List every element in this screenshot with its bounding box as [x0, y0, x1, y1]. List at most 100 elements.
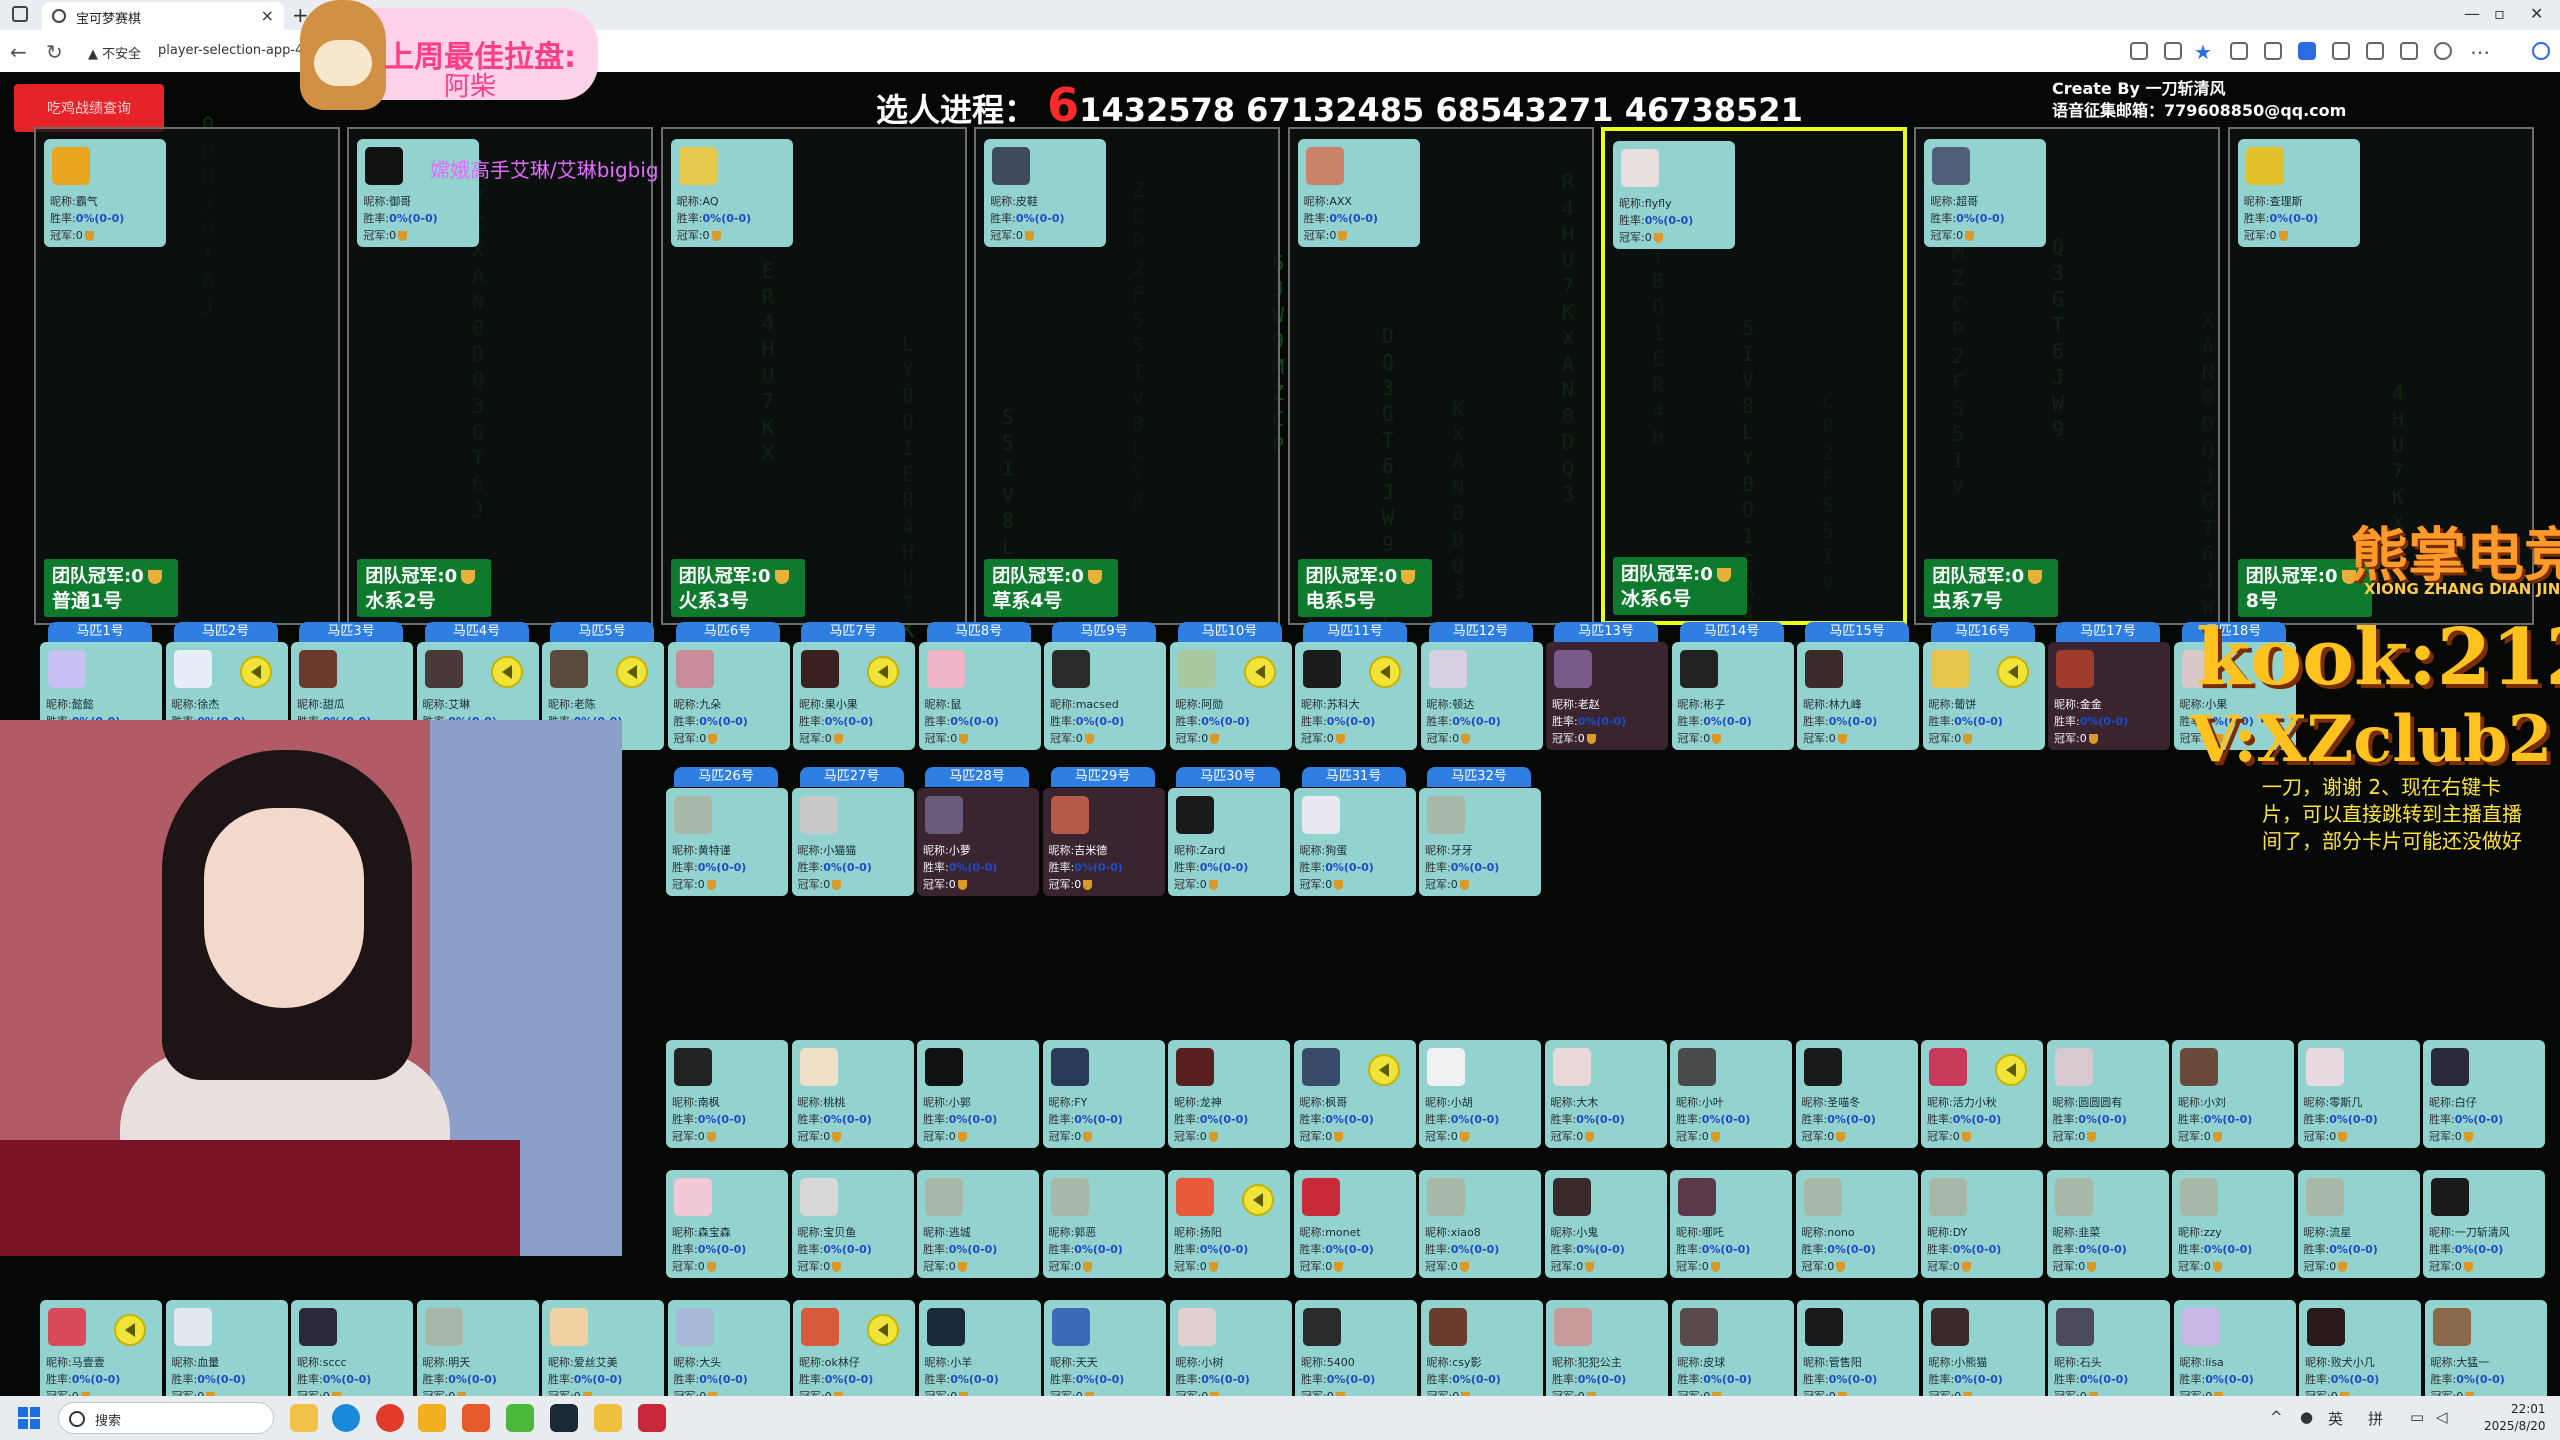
player-card[interactable]: 昵称:DY 胜率:0%(0-0) 冠军:0: [1921, 1170, 2043, 1278]
team-panel[interactable]: 昵称:霸气 胜率:0%(0-0) 冠军:0 团队冠军:0 普通1号: [34, 127, 340, 625]
team-panel[interactable]: 昵称:AQ 胜率:0%(0-0) 冠军:0 团队冠军:0 火系3号: [660, 127, 967, 625]
wechat-icon[interactable]: [506, 1404, 534, 1432]
player-card[interactable]: 昵称:森宝森 胜率:0%(0-0) 冠军:0: [666, 1170, 788, 1278]
player-card[interactable]: 昵称:彬子 胜率:0%(0-0) 冠军:0: [1671, 642, 1794, 750]
player-card[interactable]: 昵称:逃城 胜率:0%(0-0) 冠军:0: [917, 1170, 1039, 1278]
player-card[interactable]: 昵称:白仔 胜率:0%(0-0) 冠军:0: [2423, 1040, 2545, 1148]
speaker-icon[interactable]: [1996, 656, 2029, 688]
player-card[interactable]: 昵称:果小果 胜率:0%(0-0) 冠军:0: [793, 642, 915, 750]
player-card[interactable]: 昵称:大木 胜率:0%(0-0) 冠军:0: [1544, 1040, 1667, 1148]
player-card[interactable]: 昵称:犯犯公主胜率:0%(0-0)冠军:0: [1546, 1300, 1668, 1396]
player-card[interactable]: 昵称:macsed 胜率:0%(0-0) 冠军:0: [1044, 642, 1166, 750]
player-card[interactable]: 昵称:马壹壹胜率:0%(0-0)冠军:0: [40, 1300, 162, 1396]
player-card[interactable]: 昵称:霸气 胜率:0%(0-0) 冠军:0: [44, 139, 166, 247]
collections-icon[interactable]: [2400, 42, 2418, 60]
clock[interactable]: 22:01 2025/8/20: [2484, 1401, 2546, 1435]
ime-lang[interactable]: 英: [2328, 1408, 2343, 1429]
player-card[interactable]: 昵称:葡饼 胜率:0%(0-0) 冠军:0: [1922, 642, 2045, 750]
team-panel[interactable]: 昵称:flyfly 胜率:0%(0-0) 冠军:0 团队冠军:0 冰系6号: [1601, 127, 1907, 625]
insecure-indicator[interactable]: ▲ 不安全: [88, 43, 141, 62]
volume-icon[interactable]: ◁: [2436, 1408, 2448, 1426]
speaker-icon[interactable]: [114, 1314, 146, 1346]
app-icon-3[interactable]: [594, 1404, 622, 1432]
player-card[interactable]: 昵称:吉米德 胜率:0%(0-0) 冠军:0: [1042, 788, 1165, 896]
player-card[interactable]: 昵称:xiao8 胜率:0%(0-0) 冠军:0: [1419, 1170, 1541, 1278]
player-card[interactable]: 昵称:小叶 胜率:0%(0-0) 冠军:0: [1670, 1040, 1792, 1148]
mic-icon[interactable]: ●: [2300, 1408, 2313, 1426]
team-panel[interactable]: 昵称:超哥 胜率:0%(0-0) 冠军:0 团队冠军:0 虫系7号: [1914, 127, 2221, 625]
file-explorer-icon[interactable]: [290, 1404, 318, 1432]
player-card[interactable]: 昵称:小胡 胜率:0%(0-0) 冠军:0: [1419, 1040, 1541, 1148]
player-card[interactable]: 昵称:鼠 胜率:0%(0-0) 冠军:0: [918, 642, 1041, 750]
app-icon-4[interactable]: [638, 1404, 666, 1432]
speaker-icon[interactable]: [1242, 1184, 1274, 1216]
player-card[interactable]: 昵称:石头胜率:0%(0-0)冠军:0: [2048, 1300, 2170, 1396]
ime-mode[interactable]: 拼: [2368, 1408, 2383, 1429]
player-card[interactable]: 昵称:枫哥 胜率:0%(0-0) 冠军:0: [1293, 1040, 1416, 1148]
player-card[interactable]: 昵称:查理斯 胜率:0%(0-0) 冠军:0: [2237, 139, 2360, 247]
more-icon[interactable]: ⋯: [2470, 40, 2490, 64]
player-card[interactable]: 昵称:扬阳 胜率:0%(0-0) 冠军:0: [1168, 1170, 1290, 1278]
player-card[interactable]: 昵称:流星 胜率:0%(0-0) 冠军:0: [2297, 1170, 2420, 1278]
player-card[interactable]: 昵称:5400胜率:0%(0-0)冠军:0: [1295, 1300, 1417, 1396]
maximize-icon[interactable]: ▫: [2494, 4, 2505, 23]
player-card[interactable]: 昵称:圆圆圆有 胜率:0%(0-0) 冠军:0: [2046, 1040, 2169, 1148]
sidebar-toggle-icon[interactable]: [12, 6, 28, 22]
player-card[interactable]: 昵称:ok林仔胜率:0%(0-0)冠军:0: [793, 1300, 915, 1396]
player-card[interactable]: 昵称:AXX 胜率:0%(0-0) 冠军:0: [1297, 139, 1420, 247]
player-card[interactable]: 昵称:FY 胜率:0%(0-0) 冠军:0: [1042, 1040, 1165, 1148]
speaker-icon[interactable]: [1243, 656, 1276, 688]
extension-w-icon[interactable]: [2298, 42, 2316, 60]
player-card[interactable]: 昵称:超哥 胜率:0%(0-0) 冠军:0: [1924, 139, 2047, 247]
shield-icon[interactable]: [2264, 42, 2282, 60]
player-card[interactable]: 昵称:哪吒 胜率:0%(0-0) 冠军:0: [1670, 1170, 1792, 1278]
network-icon[interactable]: ▭: [2410, 1408, 2424, 1426]
player-card[interactable]: 昵称:小猫猫 胜率:0%(0-0) 冠军:0: [791, 788, 914, 896]
player-card[interactable]: 昵称:牙牙 胜率:0%(0-0) 冠军:0: [1419, 788, 1541, 896]
speaker-icon[interactable]: [490, 656, 523, 688]
player-card[interactable]: 昵称:管售阳胜率:0%(0-0)冠军:0: [1797, 1300, 1919, 1396]
minimize-icon[interactable]: —: [2464, 4, 2480, 23]
player-card[interactable]: 昵称:flyfly 胜率:0%(0-0) 冠军:0: [1613, 141, 1735, 249]
player-card[interactable]: 昵称:活力小秋 胜率:0%(0-0) 冠军:0: [1921, 1040, 2043, 1148]
player-card[interactable]: 昵称:monet 胜率:0%(0-0) 冠军:0: [1293, 1170, 1416, 1278]
player-card[interactable]: 昵称:csy影胜率:0%(0-0)冠军:0: [1420, 1300, 1543, 1396]
player-card[interactable]: 昵称:桃桃 胜率:0%(0-0) 冠军:0: [791, 1040, 914, 1148]
player-card[interactable]: 昵称:皮鞋 胜率:0%(0-0) 冠军:0: [984, 139, 1107, 247]
profile-avatar[interactable]: [2434, 42, 2452, 60]
player-card[interactable]: 昵称:苏科大 胜率:0%(0-0) 冠军:0: [1295, 642, 1417, 750]
player-card[interactable]: 昵称:小郭 胜率:0%(0-0) 冠军:0: [917, 1040, 1039, 1148]
player-card[interactable]: 昵称:圣喵冬 胜率:0%(0-0) 冠军:0: [1795, 1040, 1918, 1148]
star-icon[interactable]: ★: [2194, 40, 2212, 64]
player-card[interactable]: 昵称:龙神 胜率:0%(0-0) 冠军:0: [1168, 1040, 1290, 1148]
player-card[interactable]: 昵称:血量胜率:0%(0-0)冠军:0: [165, 1300, 288, 1396]
player-card[interactable]: 昵称:小刘 胜率:0%(0-0) 冠军:0: [2172, 1040, 2294, 1148]
favorites-icon[interactable]: [2366, 42, 2384, 60]
speaker-icon[interactable]: [1995, 1054, 2027, 1086]
url-text[interactable]: player-selection-app-4: [158, 43, 303, 58]
player-card[interactable]: 昵称:郭恶 胜率:0%(0-0) 冠军:0: [1042, 1170, 1165, 1278]
player-card[interactable]: 昵称:小树胜率:0%(0-0)冠军:0: [1169, 1300, 1292, 1396]
speaker-icon[interactable]: [616, 656, 648, 688]
taskbar-search[interactable]: 搜索: [58, 1402, 274, 1434]
player-card[interactable]: 昵称:zzy 胜率:0%(0-0) 冠军:0: [2172, 1170, 2294, 1278]
speaker-icon[interactable]: [1367, 1054, 1400, 1086]
player-card[interactable]: 昵称:爱丝艾美胜率:0%(0-0)冠军:0: [542, 1300, 664, 1396]
player-card[interactable]: 昵称:明天胜率:0%(0-0)冠军:0: [416, 1300, 539, 1396]
player-card[interactable]: 昵称:大头胜率:0%(0-0)冠军:0: [667, 1300, 790, 1396]
player-card[interactable]: 昵称:nono 胜率:0%(0-0) 冠军:0: [1795, 1170, 1918, 1278]
player-card[interactable]: 昵称:败犬小几胜率:0%(0-0)冠军:0: [2299, 1300, 2421, 1396]
player-card[interactable]: 昵称:宝贝鱼 胜率:0%(0-0) 冠军:0: [791, 1170, 914, 1278]
player-card[interactable]: 昵称:sccc胜率:0%(0-0)冠军:0: [291, 1300, 413, 1396]
player-card[interactable]: 昵称:顿达 胜率:0%(0-0) 冠军:0: [1420, 642, 1543, 750]
player-card[interactable]: 昵称:韭菜 胜率:0%(0-0) 冠军:0: [2046, 1170, 2169, 1278]
player-card[interactable]: 昵称:阿勋 胜率:0%(0-0) 冠军:0: [1169, 642, 1292, 750]
player-card[interactable]: 昵称:lisa胜率:0%(0-0)冠军:0: [2173, 1300, 2296, 1396]
back-icon[interactable]: ←: [10, 40, 27, 64]
team-panel[interactable]: 昵称:AXX 胜率:0%(0-0) 冠军:0 团队冠军:0 电系5号: [1287, 127, 1594, 625]
speaker-icon[interactable]: [1369, 656, 1401, 688]
player-card[interactable]: 昵称:九朵 胜率:0%(0-0) 冠军:0: [667, 642, 790, 750]
window-close-icon[interactable]: ✕: [2530, 4, 2543, 23]
key-icon[interactable]: [2130, 42, 2148, 60]
player-card[interactable]: 昵称:零斯几 胜率:0%(0-0) 冠军:0: [2297, 1040, 2420, 1148]
